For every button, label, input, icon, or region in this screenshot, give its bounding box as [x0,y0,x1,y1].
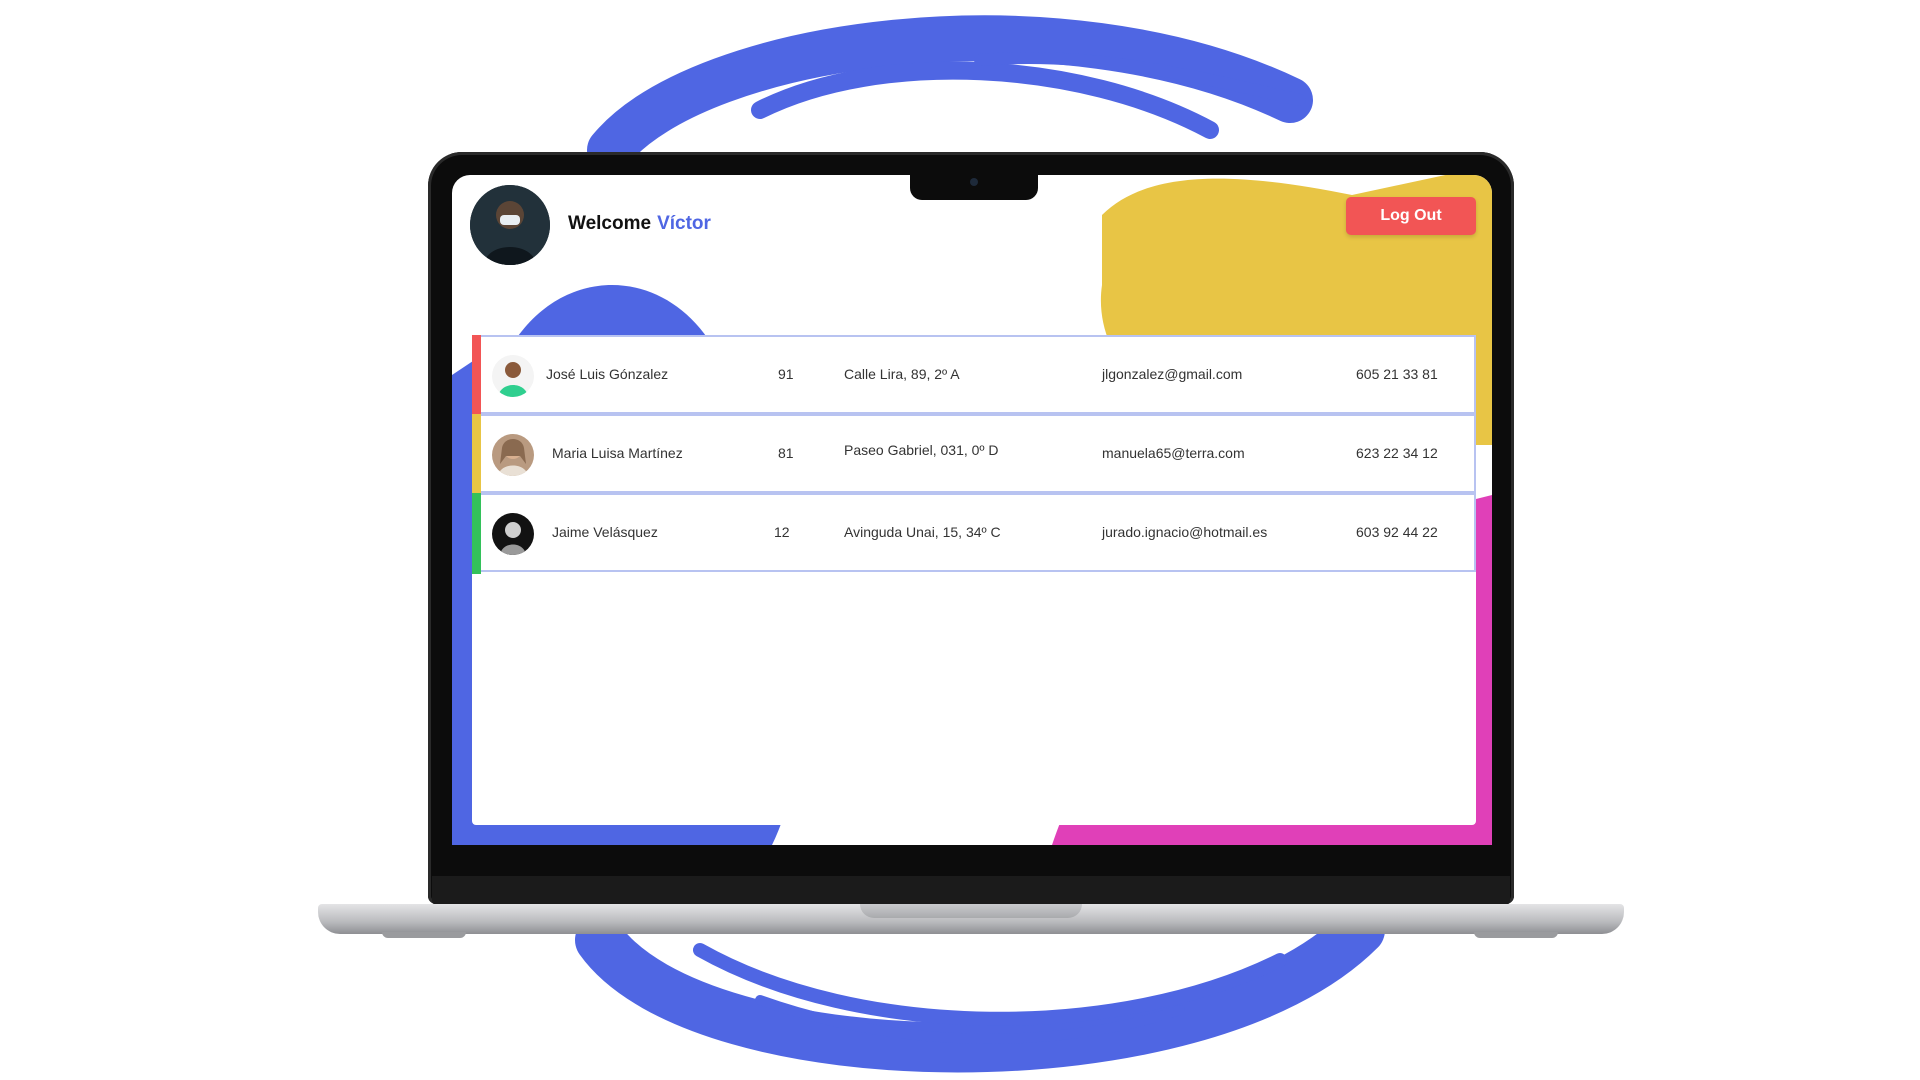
user-address-cell: Avinguda Unai, 15, 34º C [844,524,1001,540]
user-email-cell[interactable]: jlgonzalez@gmail.com [1102,366,1242,382]
marketing-stage: Welcome Víctor Log Out José Luis Gónzalez… [0,0,1920,1080]
user-age-cell: 12 [774,524,790,540]
table-row[interactable]: Maria Luisa Martínez 81 Paseo Gabriel, 0… [472,414,1476,495]
laptop-foot-left [382,932,466,938]
user-name-cell: José Luis Gónzalez [546,366,669,382]
row-accent-bar [472,414,481,495]
logout-button[interactable]: Log Out [1346,197,1476,235]
table-row[interactable]: José Luis Gónzalez 91 Calle Lira, 89, 2º… [472,335,1476,416]
user-address-cell: Calle Lira, 89, 2º A [844,366,960,382]
user-address-cell: Paseo Gabriel, 031, 0º D [844,442,999,458]
user-phone-cell: 623 22 34 12 [1356,445,1438,461]
user-photo-icon [492,355,534,397]
user-avatar [492,434,534,476]
current-user-avatar[interactable] [470,185,550,265]
user-photo-icon [492,434,534,476]
table-row[interactable]: Jaime Velásquez 12 Avinguda Unai, 15, 34… [472,493,1476,574]
user-avatar [492,513,534,555]
user-photo-icon [470,185,550,265]
row-accent-bar [472,493,481,574]
user-avatar [492,355,534,397]
user-name-cell: Jaime Velásquez [552,524,658,540]
welcome-heading: Welcome Víctor [568,213,711,235]
user-age-cell: 91 [778,366,794,382]
row-accent-bar [472,335,481,416]
app-screen: Welcome Víctor Log Out José Luis Gónzalez… [452,175,1492,845]
user-email-cell[interactable]: manuela65@terra.com [1102,445,1245,461]
user-phone-cell: 605 21 33 81 [1356,366,1438,382]
user-name: Víctor [657,213,711,234]
users-panel: José Luis Gónzalez 91 Calle Lira, 89, 2º… [472,335,1476,825]
user-age-cell: 81 [778,445,794,461]
user-photo-icon [492,513,534,555]
camera-icon [970,178,978,186]
laptop-foot-right [1474,932,1558,938]
laptop-opening-notch [860,904,1082,918]
welcome-label: Welcome [568,213,652,234]
user-name-cell: Maria Luisa Martínez [552,445,683,461]
laptop-hinge [432,876,1510,906]
user-phone-cell: 603 92 44 22 [1356,524,1438,540]
user-email-cell[interactable]: jurado.ignacio@hotmail.es [1102,524,1267,540]
